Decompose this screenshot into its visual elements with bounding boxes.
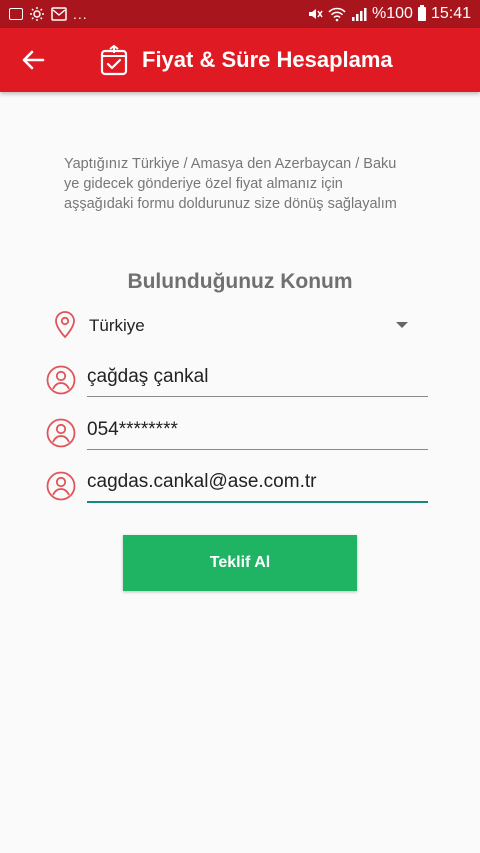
user-icon — [46, 418, 76, 448]
page-title: Fiyat & Süre Hesaplama — [142, 47, 393, 72]
clock: 15:41 — [430, 5, 471, 22]
app-bar: Fiyat & Süre Hesaplama — [0, 28, 480, 92]
name-field[interactable] — [87, 361, 428, 397]
gallery-icon — [9, 8, 23, 20]
notification-overflow: ... — [73, 6, 88, 22]
battery-icon — [417, 5, 426, 21]
phone-field[interactable] — [87, 414, 428, 450]
get-offer-button[interactable]: Teklif Al — [123, 535, 357, 591]
country-selected-value: Türkiye — [89, 316, 145, 335]
email-field[interactable] — [87, 467, 428, 503]
section-title: Bulunduğunuz Konum — [127, 270, 353, 293]
package-check-icon — [100, 44, 128, 76]
user-icon — [46, 471, 76, 501]
mute-icon — [309, 9, 323, 19]
wifi-icon — [328, 7, 346, 22]
status-bar: ... %100 15:41 — [0, 0, 480, 28]
user-icon — [46, 365, 76, 395]
status-system: %100 15:41 — [307, 4, 471, 24]
dropdown-arrow-icon — [396, 322, 408, 328]
battery-percent: %100 — [372, 5, 413, 22]
arrow-left-icon[interactable] — [18, 46, 48, 74]
brightness-icon — [30, 7, 44, 21]
email-icon — [51, 7, 67, 21]
intro-text: Yaptığınız Türkiye / Amasya den Azerbayc… — [64, 156, 397, 212]
signal-icon — [352, 8, 367, 21]
status-notifications: ... — [9, 5, 88, 23]
